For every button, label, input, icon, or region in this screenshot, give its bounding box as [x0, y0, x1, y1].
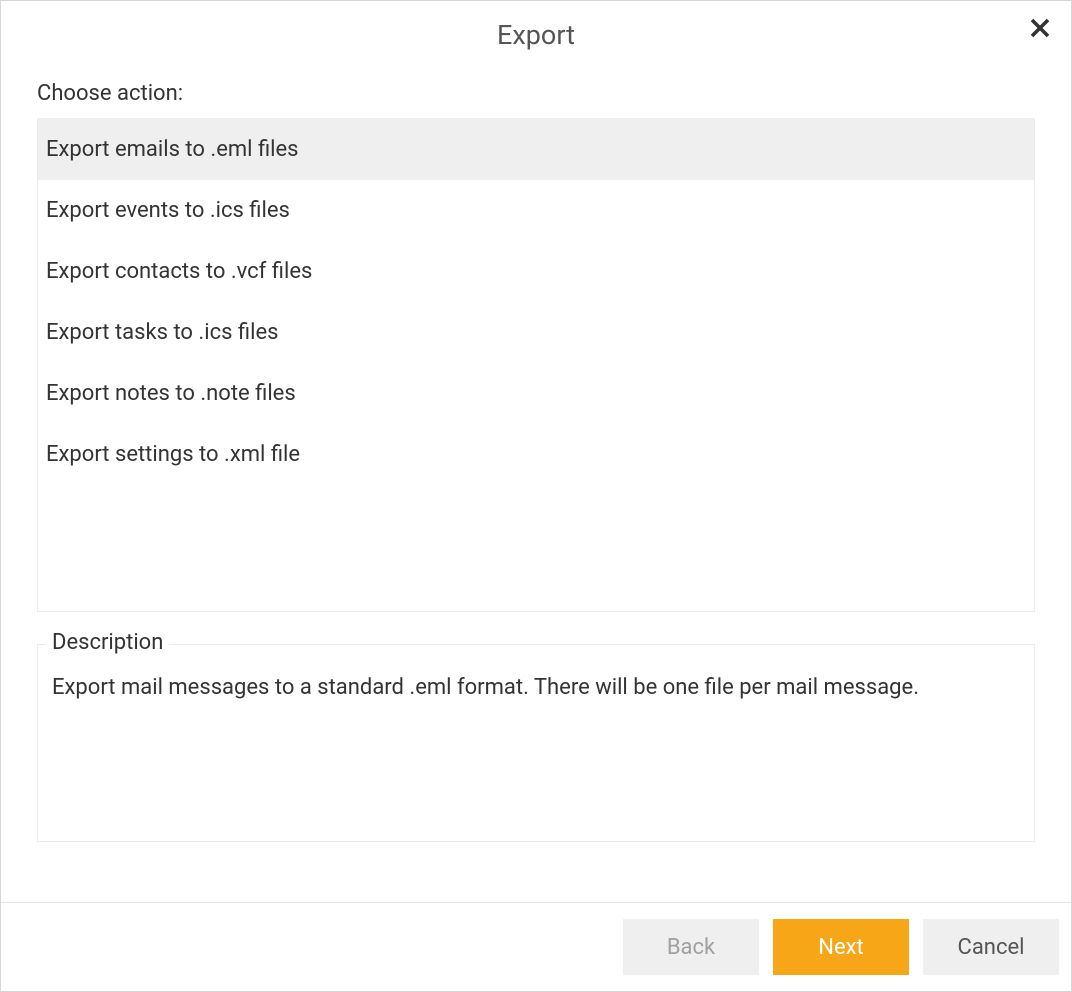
dialog-body: Choose action: Export emails to .eml fil…	[1, 63, 1071, 902]
dialog-header: Export	[1, 1, 1071, 63]
description-legend: Description	[46, 630, 169, 655]
action-export-emails[interactable]: Export emails to .eml files	[38, 119, 1034, 180]
action-export-notes[interactable]: Export notes to .note files	[38, 363, 1034, 424]
dialog-footer: Back Next Cancel	[1, 902, 1071, 991]
export-dialog: Export Choose action: Export emails to .…	[0, 0, 1072, 992]
action-export-contacts[interactable]: Export contacts to .vcf files	[38, 241, 1034, 302]
action-label: Export events to .ics files	[46, 198, 290, 223]
action-export-tasks[interactable]: Export tasks to .ics files	[38, 302, 1034, 363]
description-text: Export mail messages to a standard .eml …	[52, 673, 1020, 704]
next-button[interactable]: Next	[773, 919, 909, 975]
action-export-settings[interactable]: Export settings to .xml file	[38, 424, 1034, 485]
action-label: Export emails to .eml files	[46, 137, 299, 162]
choose-action-label: Choose action:	[37, 81, 1035, 106]
action-label: Export contacts to .vcf files	[46, 259, 312, 284]
description-group: Description Export mail messages to a st…	[37, 644, 1035, 842]
cancel-button[interactable]: Cancel	[923, 919, 1059, 975]
back-button[interactable]: Back	[623, 919, 759, 975]
action-label: Export notes to .note files	[46, 381, 296, 406]
close-button[interactable]	[1025, 15, 1055, 45]
action-list[interactable]: Export emails to .eml files Export event…	[37, 118, 1035, 612]
dialog-title: Export	[1, 19, 1071, 51]
action-label: Export settings to .xml file	[46, 442, 300, 467]
action-label: Export tasks to .ics files	[46, 320, 278, 345]
close-icon	[1029, 15, 1051, 45]
action-export-events[interactable]: Export events to .ics files	[38, 180, 1034, 241]
